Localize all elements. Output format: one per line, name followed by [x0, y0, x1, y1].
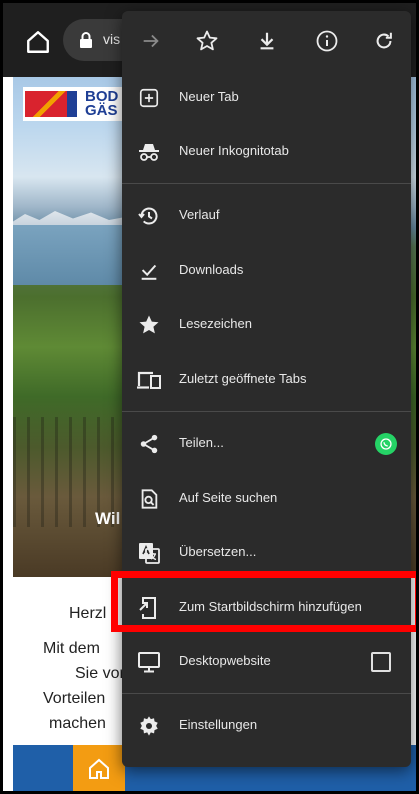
menu-item-label: Teilen... [179, 435, 224, 450]
menu-divider [122, 693, 411, 694]
menu-item-label: Zuletzt geöffnete Tabs [179, 371, 307, 386]
menu-item-label: Übersetzen... [179, 544, 257, 559]
menu-item-new-tab[interactable]: Neuer Tab [122, 75, 411, 121]
overflow-menu: Neuer Tab Neuer Inkognitotab Verlauf Dow… [122, 11, 411, 767]
highlight-box [111, 571, 416, 632]
menu-item-label: Einstellungen [179, 717, 258, 732]
download-icon[interactable] [252, 26, 282, 56]
menu-item-label: Auf Seite suchen [179, 490, 278, 505]
menu-item-label: Verlauf [179, 207, 220, 222]
lock-icon [79, 32, 93, 48]
incognito-icon [136, 139, 162, 165]
site-logo[interactable]: BOD GÄS [23, 87, 123, 121]
intro-line: Vorteilen [43, 690, 106, 707]
menu-item-label: Lesezeichen [179, 316, 252, 331]
menu-divider [122, 183, 411, 184]
translate-icon [136, 540, 162, 566]
url-text: vis [103, 31, 121, 47]
menu-item-label: Neuer Tab [179, 89, 239, 104]
settings-gear-icon [136, 713, 162, 739]
lake-image [13, 225, 133, 285]
desktop-site-checkbox[interactable] [371, 652, 391, 672]
screen: vis BOD GÄS Wil Herzl Mit dem Sie vor Vo… [0, 0, 419, 794]
menu-item-label: Downloads [179, 262, 244, 277]
intro-line: Sie vor [75, 665, 125, 682]
menu-item-history[interactable]: Verlauf [122, 193, 411, 239]
site-home-button[interactable] [73, 745, 125, 791]
menu-item-downloads[interactable]: Downloads [122, 248, 411, 294]
menu-item-desktop-site[interactable]: Desktopwebsite [122, 639, 411, 685]
menu-item-bookmarks[interactable]: Lesezeichen [122, 302, 411, 348]
history-icon [136, 203, 162, 229]
find-in-page-icon [136, 486, 162, 512]
menu-item-find-in-page[interactable]: Auf Seite suchen [122, 476, 411, 522]
desktop-icon [136, 649, 162, 675]
menu-item-share[interactable]: Teilen... [122, 421, 411, 467]
reload-icon[interactable] [369, 26, 399, 56]
info-icon[interactable] [312, 26, 342, 56]
hero-headline: Wil [95, 509, 121, 528]
forward-arrow-icon[interactable] [136, 26, 166, 56]
intro-line: Mit dem [43, 640, 100, 657]
bookmark-star-icon [136, 312, 162, 338]
whatsapp-icon[interactable] [375, 433, 397, 455]
menu-divider [122, 411, 411, 412]
intro-line: machen [49, 715, 106, 732]
recent-tabs-icon [136, 367, 162, 393]
menu-item-label: Neuer Inkognitotab [179, 143, 289, 158]
star-outline-icon[interactable] [192, 26, 222, 56]
menu-item-label: Desktopwebsite [179, 653, 271, 668]
logo-text: BOD GÄS [85, 88, 119, 119]
new-tab-icon [136, 85, 162, 111]
downloads-check-icon [136, 258, 162, 284]
home-icon[interactable] [25, 29, 51, 55]
intro-line: Herzl [69, 605, 107, 622]
menu-action-bar [122, 11, 411, 71]
menu-item-translate[interactable]: Übersetzen... [122, 530, 411, 576]
menu-item-settings[interactable]: Einstellungen [122, 703, 411, 749]
share-icon [136, 431, 162, 457]
logo-red-stripe [25, 91, 67, 117]
menu-item-recent-tabs[interactable]: Zuletzt geöffnete Tabs [122, 357, 411, 403]
logo-blue-stripe [67, 91, 77, 117]
menu-item-new-incognito-tab[interactable]: Neuer Inkognitotab [122, 129, 411, 175]
